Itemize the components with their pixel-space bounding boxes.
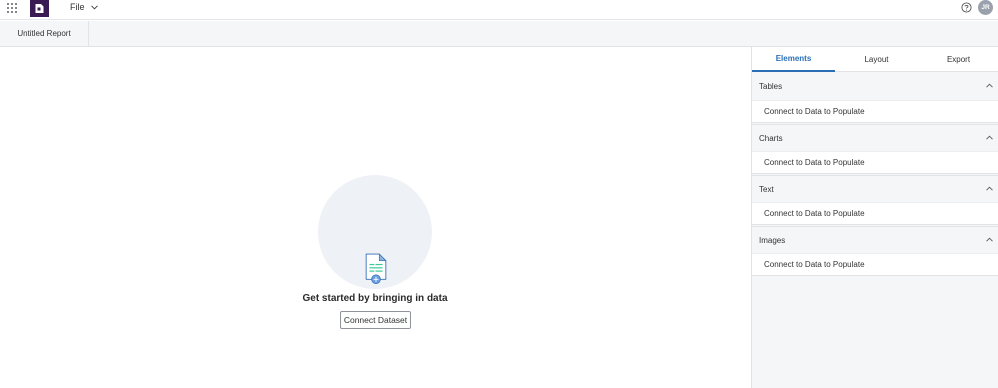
report-tab-strip: Untitled Report: [0, 21, 998, 47]
app-logo[interactable]: [30, 0, 49, 17]
file-menu-label: File: [70, 2, 85, 12]
section-header-images[interactable]: Images: [752, 226, 998, 253]
user-avatar[interactable]: JR: [978, 0, 993, 15]
section-charts: Charts Connect to Data to Populate: [752, 124, 998, 174]
empty-state-title: Get started by bringing in data: [302, 293, 448, 304]
file-menu[interactable]: File: [70, 1, 98, 13]
section-body-charts: Connect to Data to Populate: [752, 151, 998, 174]
section-images: Images Connect to Data to Populate: [752, 226, 998, 276]
section-body-text: Connect to Data to Populate: [752, 202, 998, 225]
help-icon[interactable]: [961, 2, 972, 13]
section-title: Text: [759, 184, 774, 194]
app-grid-icon[interactable]: [6, 2, 18, 14]
section-title: Images: [759, 235, 786, 245]
tab-export[interactable]: Export: [918, 47, 998, 72]
tab-layout[interactable]: Layout: [835, 47, 918, 72]
section-body-images: Connect to Data to Populate: [752, 253, 998, 276]
report-logo-icon: [35, 4, 44, 13]
chevron-up-icon: [986, 135, 993, 140]
report-tab[interactable]: Untitled Report: [0, 21, 89, 46]
chevron-up-icon: [986, 237, 993, 242]
chevron-up-icon: [986, 186, 993, 191]
top-bar: File JR: [0, 0, 998, 20]
section-header-tables[interactable]: Tables: [752, 73, 998, 100]
section-title: Tables: [759, 82, 783, 91]
section-header-text[interactable]: Text: [752, 175, 998, 202]
panel-tabs: Elements Layout Export: [752, 47, 998, 72]
section-title: Charts: [759, 133, 783, 143]
tab-elements[interactable]: Elements: [752, 47, 835, 72]
chevron-up-icon: [986, 83, 993, 88]
section-body-tables: Connect to Data to Populate: [752, 100, 998, 123]
connect-dataset-button[interactable]: Connect Dataset: [340, 311, 411, 329]
right-panel: Elements Layout Export Tables Connect to…: [751, 47, 998, 388]
section-text: Text Connect to Data to Populate: [752, 175, 998, 225]
chevron-down-icon: [90, 4, 98, 10]
section-tables: Tables Connect to Data to Populate: [752, 73, 998, 123]
section-header-charts[interactable]: Charts: [752, 124, 998, 151]
